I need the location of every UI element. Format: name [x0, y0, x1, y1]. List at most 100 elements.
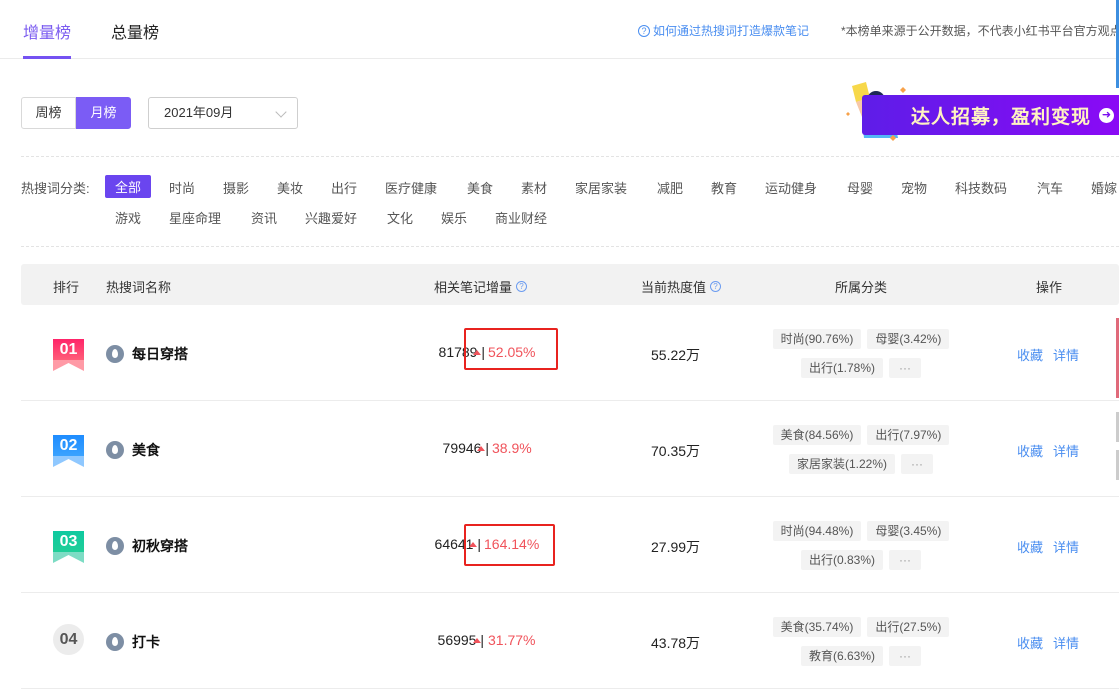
highlight-box [464, 524, 555, 566]
category-item[interactable]: 出行 [331, 178, 357, 197]
category-item[interactable]: 汽车 [1037, 178, 1063, 197]
table-row: 03 初秋穿搭 64641 | 164.14% 27.99万 时尚(94.48%… [21, 497, 1119, 593]
question-icon[interactable]: ? [516, 281, 528, 292]
more-tags-button[interactable]: ··· [889, 646, 922, 666]
detail-link[interactable]: 详情 [1053, 633, 1079, 652]
category-tags: 美食(84.56%) 出行(7.97%) 家居家装(1.22%) ··· [761, 425, 961, 483]
category-item[interactable]: 教育 [711, 178, 737, 197]
chevron-down-icon [275, 106, 287, 118]
flame-icon [106, 537, 124, 555]
category-tags: 时尚(90.76%) 母婴(3.42%) 出行(1.78%) ··· [761, 329, 961, 387]
category-item[interactable]: 素材 [521, 178, 547, 197]
category-item[interactable]: 婚嫁 [1091, 178, 1117, 197]
category-item[interactable]: 运动健身 [765, 178, 817, 197]
detail-link[interactable]: 详情 [1053, 441, 1079, 460]
category-tag: 母婴(3.42%) [867, 329, 950, 349]
row-actions: 收藏 详情 [1017, 537, 1079, 556]
category-tag: 美食(84.56%) [772, 425, 862, 445]
flame-icon [106, 441, 124, 459]
growth-rate: 38.9% [477, 440, 532, 456]
period-toggle: 周榜 月榜 [21, 97, 131, 129]
header-keyword: 热搜词名称 [106, 280, 172, 295]
row-actions: 收藏 详情 [1017, 441, 1079, 460]
favorite-link[interactable]: 收藏 [1017, 441, 1043, 460]
category-tag: 家居家装(1.22%) [788, 454, 896, 474]
growth-rate: 31.77% [473, 632, 535, 648]
recruit-banner[interactable]: 达人招募，盈利变现 ➜ [840, 80, 1119, 142]
category-tag: 出行(0.83%) [800, 550, 884, 570]
favorite-link[interactable]: 收藏 [1017, 633, 1043, 652]
disclaimer-text: *本榜单来源于公开数据，不代表小红书平台官方观点 [841, 24, 1119, 38]
category-item[interactable]: 减肥 [657, 178, 683, 197]
rank-badge: 01 [53, 339, 84, 371]
header-heat: 当前热度值? [641, 277, 722, 296]
keyword-name[interactable]: 打卡 [132, 632, 160, 652]
category-item[interactable]: 兴趣爱好 [305, 208, 357, 227]
category-item[interactable]: 游戏 [115, 208, 141, 227]
weekly-button[interactable]: 周榜 [21, 97, 76, 129]
heat-value: 27.99万 [651, 539, 701, 555]
more-tags-button[interactable]: ··· [889, 550, 922, 570]
category-item[interactable]: 摄影 [223, 178, 249, 197]
tab-total[interactable]: 总量榜 [111, 19, 159, 43]
category-tags: 美食(35.74%) 出行(27.5%) 教育(6.63%) ··· [761, 617, 961, 675]
favorite-link[interactable]: 收藏 [1017, 537, 1043, 556]
keyword-name[interactable]: 美食 [132, 440, 160, 460]
heat-value: 43.78万 [651, 635, 701, 651]
category-tag: 母婴(3.45%) [867, 521, 950, 541]
category-tag: 时尚(94.48%) [772, 521, 862, 541]
category-item[interactable]: 星座命理 [169, 208, 221, 227]
category-item[interactable]: 科技数码 [955, 178, 1007, 197]
category-item[interactable]: 时尚 [169, 178, 195, 197]
header-category: 所属分类 [835, 280, 888, 295]
rank-badge: 02 [53, 435, 84, 467]
category-item[interactable]: 资讯 [251, 208, 277, 227]
tab-increment[interactable]: 增量榜 [23, 19, 71, 43]
help-link[interactable]: ? 如何通过热搜词打造爆款笔记 [638, 22, 809, 39]
monthly-button[interactable]: 月榜 [76, 97, 131, 129]
header-rank: 排行 [53, 280, 80, 295]
category-item[interactable]: 母婴 [847, 178, 873, 197]
category-tag: 出行(27.5%) [867, 617, 950, 637]
rank-badge: 03 [53, 531, 84, 563]
favorite-link[interactable]: 收藏 [1017, 345, 1043, 364]
header-notes: 相关笔记增量? [434, 277, 528, 296]
rank-badge: 04 [53, 624, 84, 655]
date-select[interactable]: 2021年09月 [148, 97, 298, 129]
category-tag: 美食(35.74%) [772, 617, 862, 637]
table-header: 排行 热搜词名称 相关笔记增量? 当前热度值? 所属分类 操作 [21, 264, 1119, 305]
arrow-up-icon [477, 445, 485, 451]
highlight-box [464, 328, 558, 370]
category-tag: 出行(1.78%) [800, 358, 884, 378]
category-label: 热搜词分类: [21, 181, 90, 196]
category-item[interactable]: 宠物 [901, 178, 927, 197]
category-item[interactable]: 文化 [387, 208, 413, 227]
category-item[interactable]: 美妆 [277, 178, 303, 197]
category-tag: 时尚(90.76%) [772, 329, 862, 349]
more-tags-button[interactable]: ··· [889, 358, 922, 378]
help-link-text: 如何通过热搜词打造爆款笔记 [653, 24, 810, 38]
row-actions: 收藏 详情 [1017, 633, 1079, 652]
category-item[interactable]: 商业财经 [495, 208, 547, 227]
row-actions: 收藏 详情 [1017, 345, 1079, 364]
keyword-name[interactable]: 初秋穿搭 [132, 536, 188, 556]
detail-link[interactable]: 详情 [1053, 537, 1079, 556]
active-tab-indicator [23, 56, 71, 59]
keyword-name[interactable]: 每日穿搭 [132, 344, 188, 364]
category-item[interactable]: 医疗健康 [385, 178, 437, 197]
detail-link[interactable]: 详情 [1053, 345, 1079, 364]
category-tags: 时尚(94.48%) 母婴(3.45%) 出行(0.83%) ··· [761, 521, 961, 579]
table-row: 01 每日穿搭 81789 | 52.05% 55.22万 时尚(90.76%)… [21, 305, 1119, 401]
category-item[interactable]: 娱乐 [441, 208, 467, 227]
question-icon[interactable]: ? [710, 281, 722, 292]
category-item[interactable]: 美食 [467, 178, 493, 197]
divider [21, 246, 1119, 247]
category-all[interactable]: 全部 [105, 175, 152, 198]
category-tag: 教育(6.63%) [800, 646, 884, 666]
header-ops: 操作 [1036, 280, 1063, 295]
divider [21, 156, 1119, 157]
category-item[interactable]: 家居家装 [575, 178, 627, 197]
more-tags-button[interactable]: ··· [901, 454, 934, 474]
top-tabs: 增量榜 总量榜 ? 如何通过热搜词打造爆款笔记 *本榜单来源于公开数据，不代表小… [0, 0, 1119, 59]
arrow-right-icon: ➜ [1099, 108, 1114, 123]
